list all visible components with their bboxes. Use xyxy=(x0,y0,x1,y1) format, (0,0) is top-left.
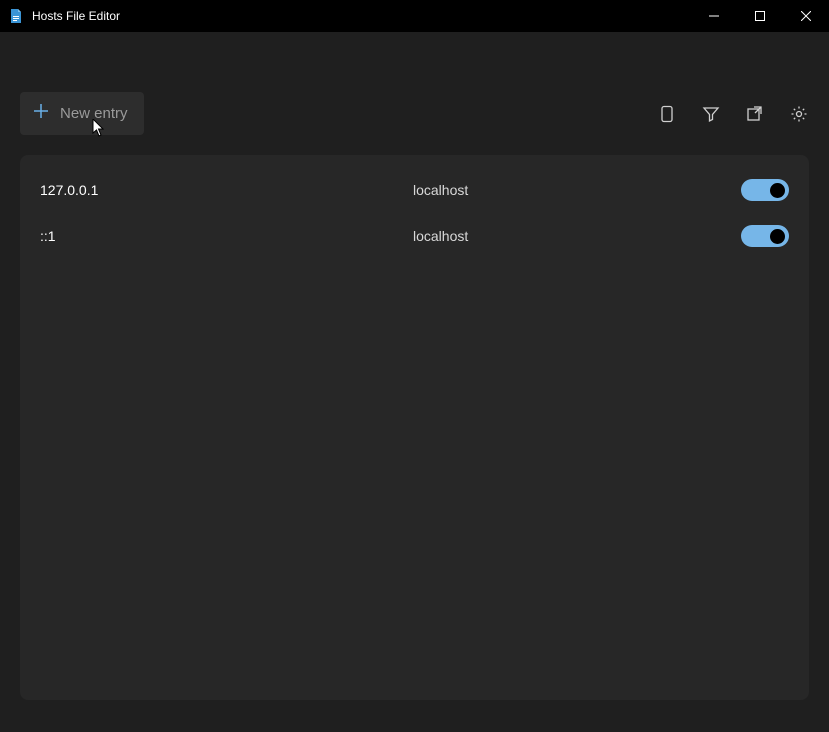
titlebar-left: Hosts File Editor xyxy=(8,8,120,24)
toggle-knob xyxy=(770,229,785,244)
entry-address: 127.0.0.1 xyxy=(40,182,413,198)
additional-lines-button[interactable] xyxy=(657,104,677,124)
new-entry-button[interactable]: New entry xyxy=(20,92,144,135)
toolbar-right xyxy=(657,104,809,124)
window-title: Hosts File Editor xyxy=(32,9,120,23)
plus-icon xyxy=(32,102,50,125)
toggle-knob xyxy=(770,183,785,198)
app-icon xyxy=(8,8,24,24)
titlebar: Hosts File Editor xyxy=(0,0,829,32)
window-controls xyxy=(691,0,829,32)
maximize-button[interactable] xyxy=(737,0,783,32)
close-button[interactable] xyxy=(783,0,829,32)
entry-row[interactable]: ::1 localhost xyxy=(40,213,789,259)
entry-row[interactable]: 127.0.0.1 localhost xyxy=(40,167,789,213)
entry-toggle[interactable] xyxy=(741,179,789,201)
entry-toggle[interactable] xyxy=(741,225,789,247)
open-file-button[interactable] xyxy=(745,104,765,124)
settings-button[interactable] xyxy=(789,104,809,124)
toolbar: New entry xyxy=(0,32,829,155)
filter-button[interactable] xyxy=(701,104,721,124)
new-entry-label: New entry xyxy=(60,105,128,122)
entry-hostname: localhost xyxy=(413,182,741,198)
entries-panel: 127.0.0.1 localhost ::1 localhost xyxy=(20,155,809,700)
entry-hostname: localhost xyxy=(413,228,741,244)
entry-address: ::1 xyxy=(40,228,413,244)
minimize-button[interactable] xyxy=(691,0,737,32)
